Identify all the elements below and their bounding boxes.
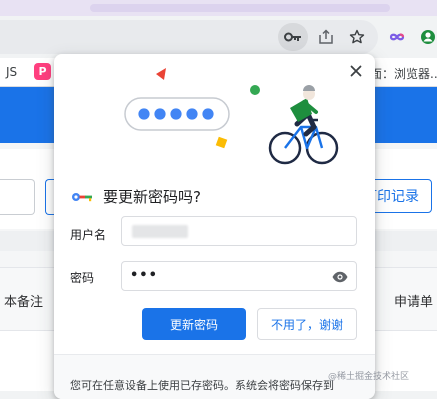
share-button[interactable] — [312, 23, 340, 51]
bookmark-star-button[interactable] — [343, 23, 371, 51]
column-header-remark: 本备注 — [4, 295, 44, 310]
dialog-footer: 您可在任意设备上使用已存密码。系统会将密码保存到 — [54, 355, 375, 399]
username-value-redacted — [132, 225, 188, 238]
update-password-dialog: 要更新密码吗? 用户名 密码 ••• 更新密码 不用了，谢谢 您可在任意设备上使… — [54, 54, 375, 399]
password-value: ••• — [130, 268, 158, 283]
password-illustration — [124, 68, 339, 165]
account-button[interactable] — [414, 23, 437, 51]
password-field[interactable]: ••• — [121, 261, 357, 291]
show-password-eye-icon[interactable] — [331, 268, 349, 286]
bookmark-js[interactable]: JS — [6, 65, 17, 79]
filter-input[interactable] — [0, 179, 35, 215]
close-button[interactable] — [345, 60, 367, 82]
dialog-title-row: 要更新密码吗? — [71, 186, 201, 207]
extension-button[interactable] — [383, 23, 411, 51]
key-icon — [284, 32, 301, 42]
account-icon — [421, 30, 435, 44]
share-icon — [319, 29, 333, 44]
dialog-title: 要更新密码吗? — [103, 188, 201, 206]
username-field[interactable] — [121, 216, 357, 246]
star-icon — [349, 29, 365, 44]
password-key-button[interactable] — [278, 23, 308, 51]
infinity-extension-icon — [389, 33, 405, 41]
watermark: @稀土掘金技术社区 — [328, 372, 410, 382]
bookmark-browser[interactable]: 面：浏览器.. — [370, 65, 437, 82]
close-icon — [350, 65, 362, 77]
tab-strip-highlight — [90, 4, 390, 12]
username-label: 用户名 — [70, 228, 107, 242]
google-key-icon — [72, 192, 92, 201]
tab-strip — [0, 0, 437, 16]
password-label: 密码 — [70, 271, 95, 285]
update-password-button[interactable]: 更新密码 — [142, 308, 246, 340]
no-thanks-button[interactable]: 不用了，谢谢 — [257, 308, 357, 340]
column-header-request: 申请单 — [394, 295, 434, 310]
bookmark-p-icon[interactable]: P — [34, 63, 51, 80]
